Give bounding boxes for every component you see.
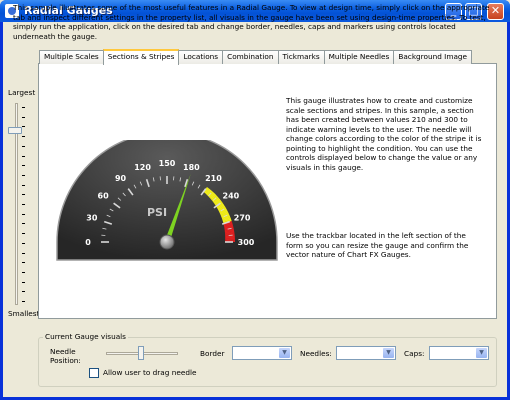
size-trackbar-thumb[interactable]: [8, 127, 22, 135]
trackbar-tick: [22, 281, 25, 283]
trackbar-tick: [22, 204, 25, 205]
border-combo[interactable]: ▼: [232, 346, 292, 360]
tab-background-image[interactable]: Background Image: [393, 50, 473, 64]
tab-strip: Multiple Scales Sections & Stripes Locatio…: [39, 49, 473, 65]
tab-multiple-needles[interactable]: Multiple Needles: [323, 50, 395, 64]
trackbar-tick: [22, 194, 25, 196]
trackbar-tick: [22, 213, 25, 215]
trackbar-tick: [22, 145, 25, 147]
caps-combo[interactable]: ▼: [429, 346, 489, 360]
trackbar-tick: [22, 242, 25, 244]
gauge-visuals-group: [38, 337, 497, 387]
gauge-visuals-title: Current Gauge visuals: [43, 332, 128, 341]
tab-sections-stripes[interactable]: Sections & Stripes: [102, 49, 180, 65]
dropdown-arrow-icon: ▼: [476, 348, 487, 358]
trackbar-tick: [22, 262, 25, 264]
gauge-scale-label: 90: [115, 174, 127, 183]
border-label: Border: [200, 349, 225, 358]
gauge-scale-label: 120: [134, 163, 151, 172]
dropdown-arrow-icon: ▼: [279, 348, 290, 358]
gauge-scale-label: 270: [234, 214, 251, 223]
gauge-scale-label: 180: [183, 163, 200, 172]
gauge-scale-label: 0: [85, 238, 91, 247]
gauge-scale-label: 30: [86, 214, 98, 223]
trackbar-tick: [22, 301, 25, 302]
trackbar-tick: [22, 155, 25, 157]
needles-label: Needles:: [300, 349, 332, 358]
dropdown-arrow-icon: ▼: [383, 348, 394, 358]
trackbar-tick: [22, 107, 25, 108]
needles-combo[interactable]: ▼: [336, 346, 396, 360]
trackbar-tick: [22, 136, 25, 138]
gauge-scale-label: 60: [98, 192, 110, 201]
trackbar-tick: [22, 184, 25, 186]
gauge-scale-label: 150: [159, 159, 176, 168]
tab-tickmarks[interactable]: Tickmarks: [277, 50, 325, 64]
caps-label: Caps:: [404, 349, 425, 358]
needle-position-thumb[interactable]: [137, 346, 144, 360]
gauge-scale-label: 210: [205, 174, 222, 183]
gauge-scale-label: 300: [238, 238, 255, 247]
trackbar-tick: [22, 291, 25, 293]
gauge-needle-cap: [159, 234, 175, 250]
needle-position-label: Needle Position:: [50, 347, 81, 365]
tab-multiple-scales[interactable]: Multiple Scales: [39, 50, 104, 64]
drag-needle-label: Allow user to drag needle: [103, 368, 197, 377]
radial-gauge[interactable]: 0 30 60 90 120 150 180 210240 270 300 PSI: [54, 140, 280, 262]
tab-locations[interactable]: Locations: [178, 50, 224, 64]
trackbar-tick: [22, 252, 25, 254]
trackbar-tick: [22, 165, 25, 167]
trackbar-tick: [22, 116, 25, 118]
size-smallest-label: Smallest: [8, 309, 40, 318]
drag-needle-checkbox[interactable]: [89, 368, 99, 378]
intro-text: This sample illustrates some of the most…: [13, 3, 490, 41]
trackbar-tick: [22, 233, 25, 235]
trackbar-tick: [22, 223, 25, 225]
gauge-description: This gauge illustrates how to create and…: [286, 96, 482, 172]
tab-combination[interactable]: Combination: [222, 50, 279, 64]
gauge-unit-label: PSI: [147, 206, 167, 219]
trackbar-tick: [22, 126, 25, 128]
gauge-scale-label: 240: [223, 192, 240, 201]
trackbar-tick: [22, 174, 25, 176]
trackbar-tick: [22, 271, 25, 273]
size-largest-label: Largest: [8, 88, 36, 97]
trackbar-description: Use the trackbar located in the left sec…: [286, 231, 469, 259]
